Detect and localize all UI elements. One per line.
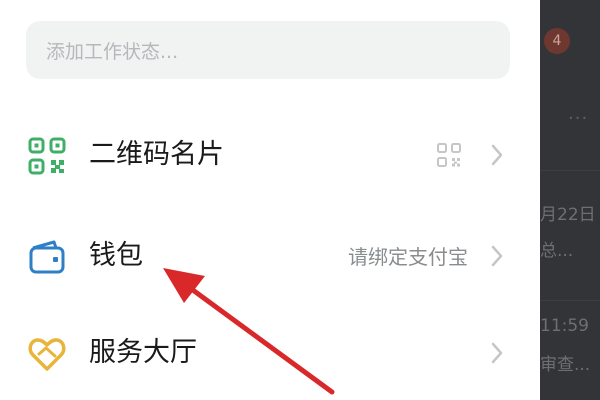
wallet-bind-hint: 请绑定支付宝 — [348, 245, 468, 269]
menu-item-qr-card[interactable]: 二维码名片 — [0, 125, 540, 185]
work-status-placeholder: 添加工作状态... — [46, 40, 179, 63]
chevron-right-icon — [491, 245, 503, 267]
divider — [540, 300, 600, 301]
qr-code-icon — [28, 137, 66, 175]
background-text: 总... — [540, 241, 574, 261]
menu-item-label: 钱包 — [89, 240, 143, 271]
menu-item-wallet[interactable]: 钱包 请绑定支付宝 — [0, 226, 540, 286]
more-icon: ··· — [568, 108, 589, 129]
wallet-icon — [29, 240, 65, 274]
chevron-right-icon — [491, 144, 503, 166]
chevron-right-icon — [491, 342, 503, 364]
menu-item-label: 服务大厅 — [89, 337, 197, 368]
work-status-input[interactable]: 添加工作状态... — [26, 21, 510, 79]
heart-hands-icon — [28, 338, 66, 371]
background-date-text: 月22日 — [540, 205, 596, 225]
background-page-overlay[interactable]: 4 ··· 月22日 总... 11:59 审查... — [540, 0, 600, 400]
background-text: 审查... — [540, 355, 591, 375]
side-menu-panel: 添加工作状态... 二维码名片 钱包 请绑定支付宝 服务大厅 — [0, 0, 540, 400]
background-time-text: 11:59 — [540, 316, 589, 336]
menu-item-label: 二维码名片 — [89, 139, 224, 170]
divider — [540, 170, 600, 171]
menu-item-service-hall[interactable]: 服务大厅 — [0, 323, 540, 383]
unread-badge: 4 — [544, 28, 570, 54]
qr-preview-icon — [437, 143, 461, 167]
